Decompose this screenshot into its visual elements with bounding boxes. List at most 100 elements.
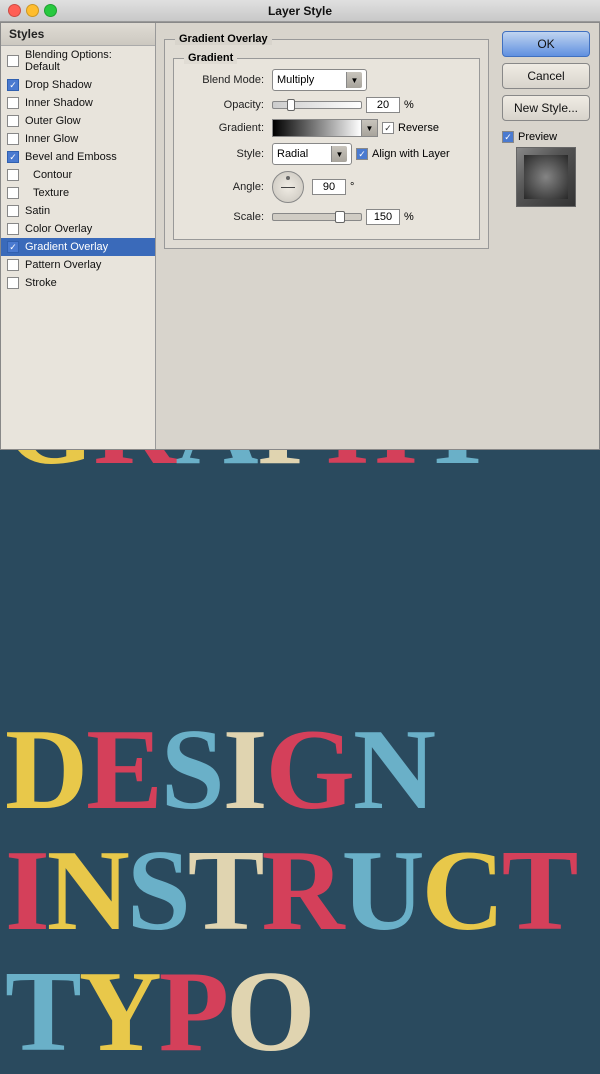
style-item-label-satin: Satin [25, 205, 50, 217]
style-item-pattern-overlay[interactable]: Pattern Overlay [1, 256, 155, 274]
opacity-label: Opacity: [182, 99, 272, 111]
preview-label-row: Preview [502, 131, 590, 143]
scale-slider-thumb[interactable] [335, 211, 345, 223]
section-title: Gradient Overlay [175, 33, 272, 45]
typo-o: O [226, 952, 312, 1073]
styles-panel-header: Styles [1, 23, 155, 46]
close-button[interactable] [8, 4, 21, 17]
scale-slider-track[interactable] [272, 213, 362, 221]
style-item-satin[interactable]: Satin [1, 202, 155, 220]
blend-mode-row: Blend Mode: Multiply ▼ [182, 69, 471, 91]
opacity-slider-thumb[interactable] [287, 99, 295, 111]
style-item-label-stroke: Stroke [25, 277, 57, 289]
style-item-label-outer-glow: Outer Glow [25, 115, 81, 127]
opacity-slider-track[interactable] [272, 101, 362, 109]
subsection-title: Gradient [184, 52, 237, 64]
style-item-texture[interactable]: Texture [1, 184, 155, 202]
instruct-t1: T [188, 831, 262, 952]
reverse-checkbox[interactable] [382, 122, 394, 134]
design-line: DESIGN [5, 710, 595, 831]
align-with-layer-checkbox[interactable] [356, 148, 368, 160]
style-item-color-overlay[interactable]: Color Overlay [1, 220, 155, 238]
text-overlay: GRAPHY DESIGN INSTRUCT TYPO GRAPHY [0, 430, 600, 1074]
instruct-n: N [47, 831, 127, 952]
checkbox-gradient-overlay[interactable]: ✓ [7, 241, 19, 253]
instruct-r: R [262, 831, 342, 952]
checkbox-drop-shadow[interactable]: ✓ [7, 79, 19, 91]
instruct-i: I [5, 831, 47, 952]
style-arrow-icon[interactable]: ▼ [331, 146, 347, 162]
gradient-label: Gradient: [182, 122, 272, 134]
style-item-label-bevel-emboss: Bevel and Emboss [25, 151, 117, 163]
angle-row: Angle: ° [182, 171, 471, 203]
angle-input[interactable] [312, 179, 346, 195]
style-item-inner-shadow[interactable]: Inner Shadow [1, 94, 155, 112]
style-item-outer-glow[interactable]: Outer Glow [1, 112, 155, 130]
scale-row: Scale: % [182, 209, 471, 225]
checkbox-blending-options[interactable] [7, 55, 19, 67]
checkbox-color-overlay[interactable] [7, 223, 19, 235]
angle-indicator [281, 187, 295, 188]
opacity-unit: % [404, 99, 414, 111]
style-item-label-inner-shadow: Inner Shadow [25, 97, 93, 109]
gradient-swatch-container[interactable]: ▼ [272, 119, 378, 137]
gradient-control: ▼ Reverse [272, 119, 439, 137]
gradient-row: Gradient: ▼ Reverse [182, 119, 471, 137]
spacer [5, 490, 595, 710]
new-style-button[interactable]: New Style... [502, 95, 590, 121]
ok-button[interactable]: OK [502, 31, 590, 57]
checkbox-inner-glow[interactable] [7, 133, 19, 145]
title-bar: Layer Style [0, 0, 600, 22]
checkbox-stroke[interactable] [7, 277, 19, 289]
maximize-button[interactable] [44, 4, 57, 17]
angle-control: ° [272, 171, 354, 203]
style-item-blending-options[interactable]: Blending Options: Default [1, 46, 155, 76]
style-item-drop-shadow[interactable]: ✓ Drop Shadow [1, 76, 155, 94]
instruct-t2: T [502, 831, 576, 952]
blend-mode-dropdown[interactable]: Multiply ▼ [272, 69, 367, 91]
preview-area: Preview [502, 131, 590, 207]
instruct-s: S [127, 831, 188, 952]
opacity-input[interactable] [366, 97, 400, 113]
checkbox-texture[interactable] [7, 187, 19, 199]
minimize-button[interactable] [26, 4, 39, 17]
checkbox-contour[interactable] [7, 169, 19, 181]
instruct-u: U [342, 831, 422, 952]
design-e: E [86, 710, 161, 831]
scale-input[interactable] [366, 209, 400, 225]
angle-label: Angle: [182, 181, 272, 193]
style-item-label-contour: Contour [33, 169, 72, 181]
angle-dot [286, 176, 290, 180]
style-item-contour[interactable]: Contour [1, 166, 155, 184]
checkbox-inner-shadow[interactable] [7, 97, 19, 109]
design-n: N [353, 710, 434, 831]
styles-panel: Styles Blending Options: Default ✓ Drop Sh… [1, 23, 156, 449]
style-item-stroke[interactable]: Stroke [1, 274, 155, 292]
style-dropdown[interactable]: Radial ▼ [272, 143, 352, 165]
checkbox-outer-glow[interactable] [7, 115, 19, 127]
preview-label-text: Preview [518, 131, 557, 143]
blend-mode-arrow-icon[interactable]: ▼ [346, 72, 362, 88]
angle-dial[interactable] [272, 171, 304, 203]
checkbox-bevel-emboss[interactable]: ✓ [7, 151, 19, 163]
checkbox-satin[interactable] [7, 205, 19, 217]
style-item-inner-glow[interactable]: Inner Glow [1, 130, 155, 148]
preview-box [516, 147, 576, 207]
checkbox-pattern-overlay[interactable] [7, 259, 19, 271]
style-item-label-gradient-overlay: Gradient Overlay [25, 241, 108, 253]
style-item-gradient-overlay[interactable]: ✓ Gradient Overlay [1, 238, 155, 256]
layer-style-dialog: Styles Blending Options: Default ✓ Drop Sh… [0, 22, 600, 450]
cancel-button[interactable]: Cancel [502, 63, 590, 89]
style-item-label-inner-glow: Inner Glow [25, 133, 78, 145]
typo-t: T [5, 952, 79, 1073]
instruct-c: C [422, 831, 502, 952]
gradient-swatch[interactable] [272, 119, 362, 137]
typo-y: Y [79, 952, 159, 1073]
scale-label: Scale: [182, 211, 272, 223]
opacity-control: % [272, 97, 414, 113]
preview-checkbox[interactable] [502, 131, 514, 143]
style-item-label-drop-shadow: Drop Shadow [25, 79, 92, 91]
gradient-dropdown-btn[interactable]: ▼ [362, 119, 378, 137]
style-item-label-texture: Texture [33, 187, 69, 199]
style-item-bevel-emboss[interactable]: ✓ Bevel and Emboss [1, 148, 155, 166]
